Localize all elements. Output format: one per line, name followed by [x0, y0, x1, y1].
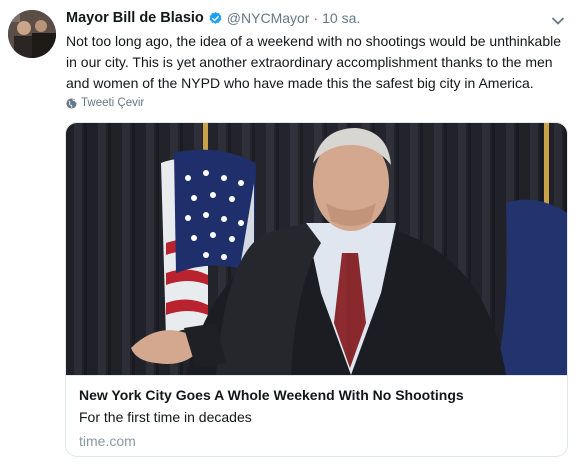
avatar[interactable] — [8, 10, 56, 58]
tweet[interactable]: Mayor Bill de Blasio @NYCMayor · 10 sa. … — [0, 0, 579, 464]
author-name[interactable]: Mayor Bill de Blasio — [66, 10, 204, 26]
card-description: For the first time in decades — [79, 409, 252, 425]
translate-tweet-link[interactable]: Tweeti Çevir — [66, 96, 144, 110]
card-divider — [66, 375, 567, 376]
link-card[interactable]: New York City Goes A Whole Weekend With … — [65, 122, 568, 457]
card-body[interactable]: New York City Goes A Whole Weekend With … — [79, 385, 559, 451]
verified-badge-icon — [208, 11, 223, 26]
header-separator: · — [313, 10, 319, 26]
card-title[interactable]: New York City Goes A Whole Weekend With … — [79, 385, 559, 405]
translate-label: Tweeti Çevir — [81, 97, 145, 109]
tweet-timestamp[interactable]: 10 sa. — [322, 10, 360, 26]
author-handle[interactable]: @NYCMayor — [227, 10, 310, 26]
tweet-text: Not too long ago, the idea of a weekend … — [66, 33, 562, 91]
tweet-header: Mayor Bill de Blasio @NYCMayor · 10 sa. — [66, 8, 360, 28]
card-domain: time.com — [79, 433, 136, 449]
card-image[interactable] — [66, 123, 567, 375]
chevron-down-icon[interactable] — [551, 13, 565, 25]
globe-icon — [66, 97, 77, 109]
